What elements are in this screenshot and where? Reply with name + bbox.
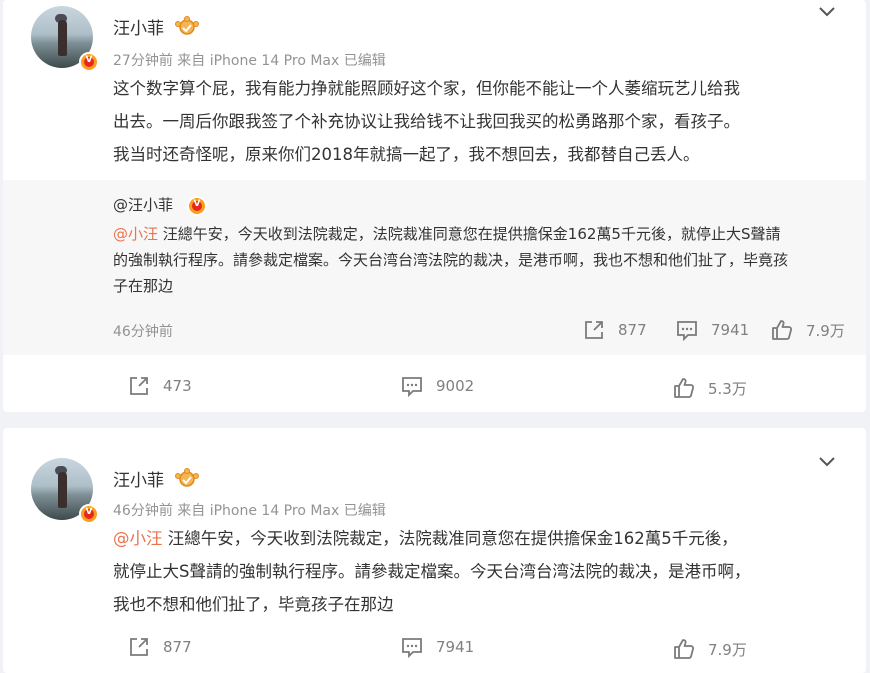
like-count: 7.9万 bbox=[708, 640, 747, 659]
repost-text-line: 的強制執行程序。請參裁定檔案。今天台湾台湾法院的裁决，是港币啊，我也不想和他们扯… bbox=[113, 251, 789, 269]
post-meta: 27分钟前 来自 iPhone 14 Pro Max 已编辑 bbox=[113, 53, 386, 69]
comment-icon bbox=[402, 377, 422, 397]
comment-icon bbox=[402, 638, 422, 658]
comment-count: 7941 bbox=[711, 321, 750, 339]
mention-link[interactable]: @小汪 bbox=[113, 225, 158, 243]
repost-box[interactable]: @汪小菲 V @小汪 汪總午安，今天收到法院裁定，法院裁准同意您在提供擔保金16… bbox=[3, 180, 866, 355]
mention-link[interactable]: @小汪 bbox=[113, 529, 163, 548]
post-meta: 46分钟前 来自 iPhone 14 Pro Max 已编辑 bbox=[113, 503, 386, 519]
like-icon bbox=[772, 320, 793, 340]
post-text-line: 出去。一周后你跟我签了个补充协议让我给钱不让我回我买的松勇路那个家，看孩子。 bbox=[113, 112, 740, 131]
post-text: 这个数字算个屁，我有能力挣就能照顾好这个家，但你能不能让一个人萎缩玩艺儿给我 出… bbox=[113, 72, 833, 171]
post-text-line: 这个数字算个屁，我有能力挣就能照顾好这个家，但你能不能让一个人萎缩玩艺儿给我 bbox=[113, 79, 740, 98]
repost-text-line: 子在那边 bbox=[113, 277, 174, 295]
share-icon bbox=[130, 377, 148, 395]
crown-icon bbox=[175, 16, 199, 35]
verified-icon: V bbox=[79, 504, 99, 524]
user-name[interactable]: 汪小菲 bbox=[113, 14, 164, 39]
repost-text: @小汪 汪總午安，今天收到法院裁定，法院裁准同意您在提供擔保金162萬5千元後，… bbox=[113, 221, 833, 299]
verified-icon: V bbox=[79, 52, 99, 72]
post-card: V 汪小菲 46分钟前 来自 iPhone 14 Pro Max 已编辑 @小汪… bbox=[3, 428, 866, 673]
like-icon bbox=[674, 378, 695, 398]
like-button[interactable]: 5.3万 bbox=[673, 377, 747, 399]
share-button[interactable]: 473 bbox=[128, 375, 192, 397]
repost-like-button[interactable]: 7.9万 bbox=[771, 319, 845, 341]
share-icon bbox=[585, 321, 603, 339]
repost-text-first: 汪總午安，今天收到法院裁定，法院裁准同意您在提供擔保金162萬5千元後，就停止大… bbox=[158, 225, 781, 243]
repost-share-button[interactable]: 877 bbox=[583, 319, 647, 341]
like-icon bbox=[674, 639, 695, 659]
post-text-line: 就停止大S聲請的強制執行程序。請參裁定檔案。今天台湾台湾法院的裁决，是港币啊， bbox=[113, 562, 751, 581]
post-text-line: 我也不想和他们扯了，毕竟孩子在那边 bbox=[113, 595, 394, 614]
comment-button[interactable]: 7941 bbox=[401, 636, 474, 658]
share-count: 877 bbox=[618, 321, 647, 339]
repost-user[interactable]: @汪小菲 bbox=[113, 194, 173, 215]
post-card: V 汪小菲 27分钟前 来自 iPhone 14 Pro Max 已编辑 这个数… bbox=[3, 0, 866, 412]
post-text: @小汪 汪總午安，今天收到法院裁定，法院裁准同意您在提供擔保金162萬5千元後，… bbox=[113, 522, 833, 621]
crown-icon bbox=[175, 468, 199, 487]
like-count: 5.3万 bbox=[708, 379, 747, 398]
like-button[interactable]: 7.9万 bbox=[673, 638, 747, 660]
comment-button[interactable]: 9002 bbox=[401, 375, 474, 397]
share-button[interactable]: 877 bbox=[128, 636, 192, 658]
verified-icon: V bbox=[187, 196, 207, 216]
post-text-first: 汪總午安，今天收到法院裁定，法院裁准同意您在提供擔保金162萬5千元後， bbox=[162, 529, 738, 548]
repost-comment-button[interactable]: 7941 bbox=[676, 319, 749, 341]
comment-icon bbox=[677, 321, 697, 341]
repost-time[interactable]: 46分钟前 bbox=[113, 321, 173, 341]
chevron-down-icon[interactable] bbox=[818, 6, 836, 18]
post-text-line: 我当时还奇怪呢，原来你们2018年就搞一起了，我不想回去，我都替自己丢人。 bbox=[113, 145, 700, 164]
chevron-down-icon[interactable] bbox=[818, 456, 836, 468]
share-count: 877 bbox=[163, 638, 192, 656]
share-icon bbox=[130, 638, 148, 656]
like-count: 7.9万 bbox=[806, 321, 845, 340]
comment-count: 9002 bbox=[436, 377, 475, 395]
comment-count: 7941 bbox=[436, 638, 475, 656]
share-count: 473 bbox=[163, 377, 192, 395]
repost-user-name[interactable]: @汪小菲 bbox=[113, 196, 173, 214]
user-name[interactable]: 汪小菲 bbox=[113, 466, 164, 491]
